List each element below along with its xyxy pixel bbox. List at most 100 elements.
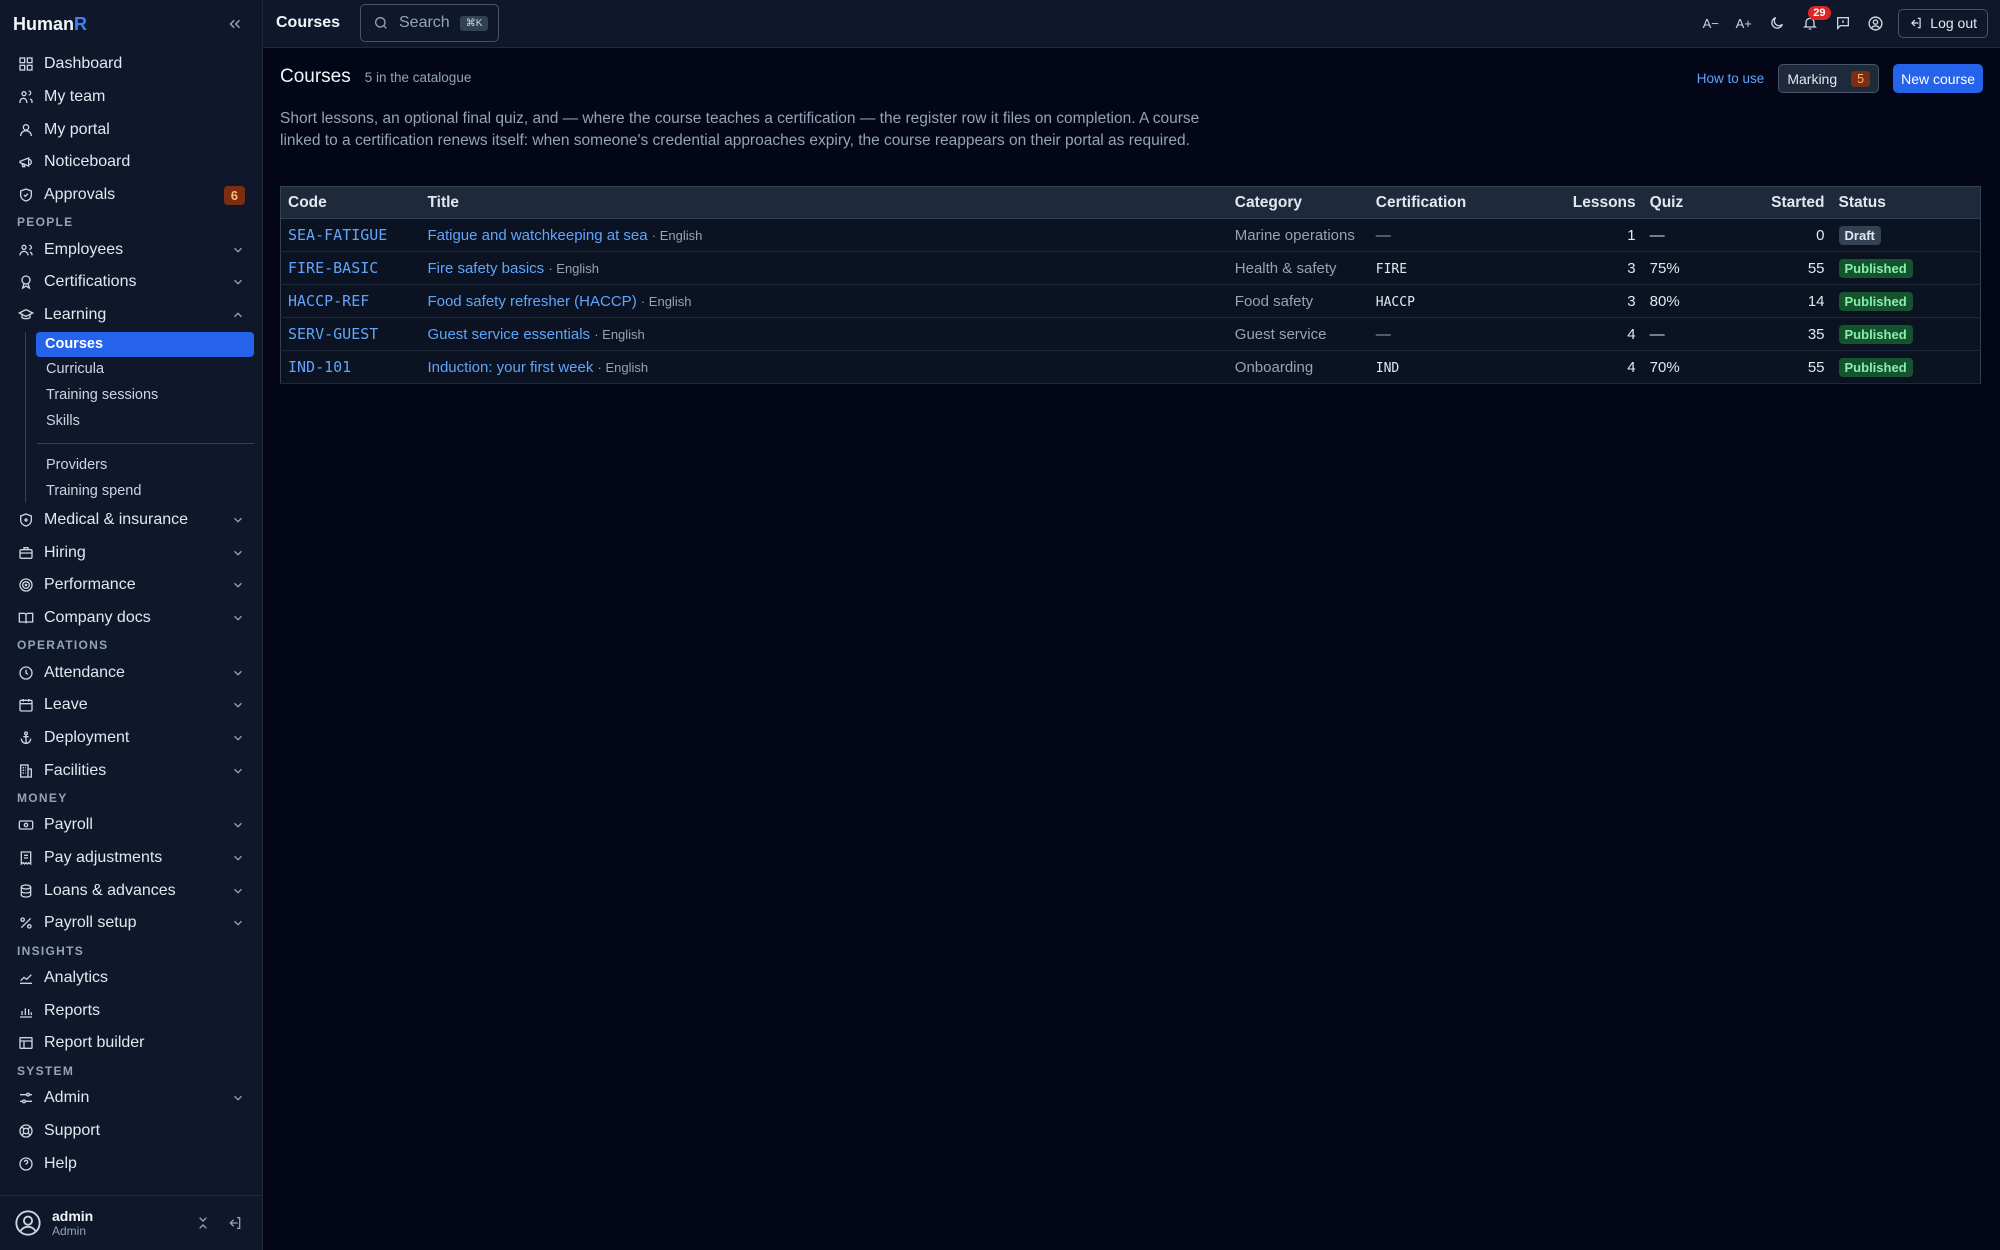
sidebar-item-label: Performance <box>44 576 136 594</box>
messages-button[interactable] <box>1826 8 1859 38</box>
column-header-started[interactable]: Started <box>1702 186 1832 219</box>
profile-button[interactable] <box>1859 8 1892 38</box>
course-code-link[interactable]: SERV-GUEST <box>288 325 378 343</box>
table-header-row: Code Title Category Certification Lesson… <box>280 186 1981 219</box>
subnav-item-curricula[interactable]: Curricula <box>37 357 263 383</box>
status-badge: Draft <box>1838 225 1881 245</box>
sidebar-item-approvals[interactable]: Approvals 6 <box>0 179 263 212</box>
subnav-item-courses[interactable]: Courses <box>36 331 254 357</box>
sidebar-item-label: Payroll setup <box>44 914 137 932</box>
sidebar-item-payroll-setup[interactable]: Payroll setup <box>0 907 263 940</box>
sidebar-item-payroll[interactable]: Payroll <box>0 809 263 842</box>
new-course-button[interactable]: New course <box>1893 64 1983 93</box>
graduation-cap-icon <box>18 307 34 323</box>
column-header-certification[interactable]: Certification <box>1368 186 1519 219</box>
course-title-link[interactable]: Induction: your first week <box>427 359 593 376</box>
bar-chart-icon <box>18 1003 34 1019</box>
sidebar-item-my-team[interactable]: My team <box>0 81 263 114</box>
sidebar-item-label: Approvals <box>44 186 116 204</box>
table-row[interactable]: IND-101 Induction: your first week · Eng… <box>280 350 1981 384</box>
collapse-sidebar-icon[interactable] <box>226 15 244 33</box>
sign-out-icon[interactable] <box>227 1215 243 1231</box>
sidebar-item-help[interactable]: Help <box>0 1147 263 1180</box>
message-square-icon <box>1835 15 1851 31</box>
course-category: Onboarding <box>1227 350 1369 384</box>
course-started: 55 <box>1702 350 1832 384</box>
course-title-link[interactable]: Fatigue and watchkeeping at sea <box>427 227 647 244</box>
column-header-code[interactable]: Code <box>280 186 421 219</box>
column-header-lessons[interactable]: Lessons <box>1518 186 1643 219</box>
search-button[interactable]: Search ⌘K <box>360 4 499 42</box>
table-row[interactable]: HACCP-REF Food safety refresher (HACCP) … <box>280 284 1981 318</box>
sidebar-item-admin[interactable]: Admin <box>0 1082 263 1115</box>
sidebar-item-reports[interactable]: Reports <box>0 994 263 1027</box>
sidebar-item-my-portal[interactable]: My portal <box>0 113 263 146</box>
course-code-link[interactable]: HACCP-REF <box>288 292 369 310</box>
sidebar-item-medical-insurance[interactable]: Medical & insurance <box>0 503 263 536</box>
table-row[interactable]: FIRE-BASIC Fire safety basics · English … <box>280 251 1981 285</box>
sidebar-item-certifications[interactable]: Certifications <box>0 266 263 299</box>
chevrons-up-down-icon[interactable] <box>195 1215 211 1231</box>
column-header-status[interactable]: Status <box>1831 186 1981 219</box>
sidebar-item-analytics[interactable]: Analytics <box>0 962 263 995</box>
sidebar-item-pay-adjustments[interactable]: Pay adjustments <box>0 842 263 875</box>
sidebar-item-learning[interactable]: Learning <box>0 299 263 332</box>
notifications-button[interactable]: 29 <box>1793 6 1831 38</box>
sidebar-nav: Dashboard My team My portal Noticeboard … <box>0 48 263 1180</box>
brand-logo[interactable]: HumanR <box>13 14 87 35</box>
sidebar-item-performance[interactable]: Performance <box>0 569 263 602</box>
sidebar-item-company-docs[interactable]: Company docs <box>0 602 263 635</box>
table-row[interactable]: SERV-GUEST Guest service essentials · En… <box>280 317 1981 351</box>
subnav-item-providers[interactable]: Providers <box>37 452 263 478</box>
sidebar-item-report-builder[interactable]: Report builder <box>0 1027 263 1060</box>
page-actions: How to use Marking 5 New course <box>1697 64 1983 93</box>
course-title-link[interactable]: Fire safety basics <box>427 260 544 277</box>
course-code-link[interactable]: FIRE-BASIC <box>288 259 378 277</box>
decrease-font-button[interactable]: A− <box>1694 8 1727 38</box>
table-row[interactable]: SEA-FATIGUE Fatigue and watchkeeping at … <box>280 218 1981 252</box>
banknote-icon <box>18 817 34 833</box>
marking-count-badge: 5 <box>1851 70 1871 87</box>
subnav-item-training-sessions[interactable]: Training sessions <box>37 382 263 408</box>
sidebar-item-attendance[interactable]: Attendance <box>0 656 263 689</box>
sidebar-item-hiring[interactable]: Hiring <box>0 536 263 569</box>
course-title-link[interactable]: Food safety refresher (HACCP) <box>427 293 636 310</box>
sidebar-item-label: Medical & insurance <box>44 510 189 528</box>
sliders-icon <box>18 1090 34 1106</box>
column-header-title[interactable]: Title <box>420 186 1228 219</box>
subnav-item-training-spend[interactable]: Training spend <box>37 478 263 504</box>
course-code-link[interactable]: SEA-FATIGUE <box>288 226 387 244</box>
main-content: Courses 5 in the catalogue How to use Ma… <box>263 48 2000 1250</box>
sidebar-item-dashboard[interactable]: Dashboard <box>0 48 263 81</box>
status-badge: Published <box>1838 324 1913 344</box>
column-header-quiz[interactable]: Quiz <box>1642 186 1703 219</box>
sidebar-item-facilities[interactable]: Facilities <box>0 754 263 787</box>
sidebar-item-noticeboard[interactable]: Noticeboard <box>0 146 263 179</box>
course-code-link[interactable]: IND-101 <box>288 358 351 376</box>
course-language: · English <box>594 326 645 342</box>
marking-button[interactable]: Marking 5 <box>1778 64 1880 93</box>
logout-button[interactable]: Log out <box>1898 8 1988 38</box>
sidebar-item-label: Certifications <box>44 273 137 291</box>
how-to-use-link[interactable]: How to use <box>1697 71 1765 86</box>
user-menu[interactable]: admin Admin <box>0 1195 263 1250</box>
sidebar-item-employees[interactable]: Employees <box>0 233 263 266</box>
chevron-down-icon <box>231 731 245 745</box>
sidebar-item-support[interactable]: Support <box>0 1114 263 1147</box>
topbar: Courses Search ⌘K A− A+ 29 Log out <box>263 0 2000 48</box>
course-quiz: — <box>1642 317 1703 351</box>
sidebar-item-label: Pay adjustments <box>44 849 163 867</box>
sidebar-item-leave[interactable]: Leave <box>0 689 263 722</box>
course-title-link[interactable]: Guest service essentials <box>427 326 590 343</box>
dashboard-icon <box>18 56 34 72</box>
sidebar-item-loans-advances[interactable]: Loans & advances <box>0 874 263 907</box>
increase-font-button[interactable]: A+ <box>1727 8 1760 38</box>
column-header-category[interactable]: Category <box>1227 186 1369 219</box>
sidebar-item-deployment[interactable]: Deployment <box>0 722 263 755</box>
log-out-icon <box>1909 16 1923 30</box>
percent-icon <box>18 915 34 931</box>
subnav-item-skills[interactable]: Skills <box>37 408 263 434</box>
theme-toggle-button[interactable] <box>1760 8 1793 38</box>
chevron-down-icon <box>231 513 245 527</box>
topbar-title: Courses <box>276 14 341 31</box>
